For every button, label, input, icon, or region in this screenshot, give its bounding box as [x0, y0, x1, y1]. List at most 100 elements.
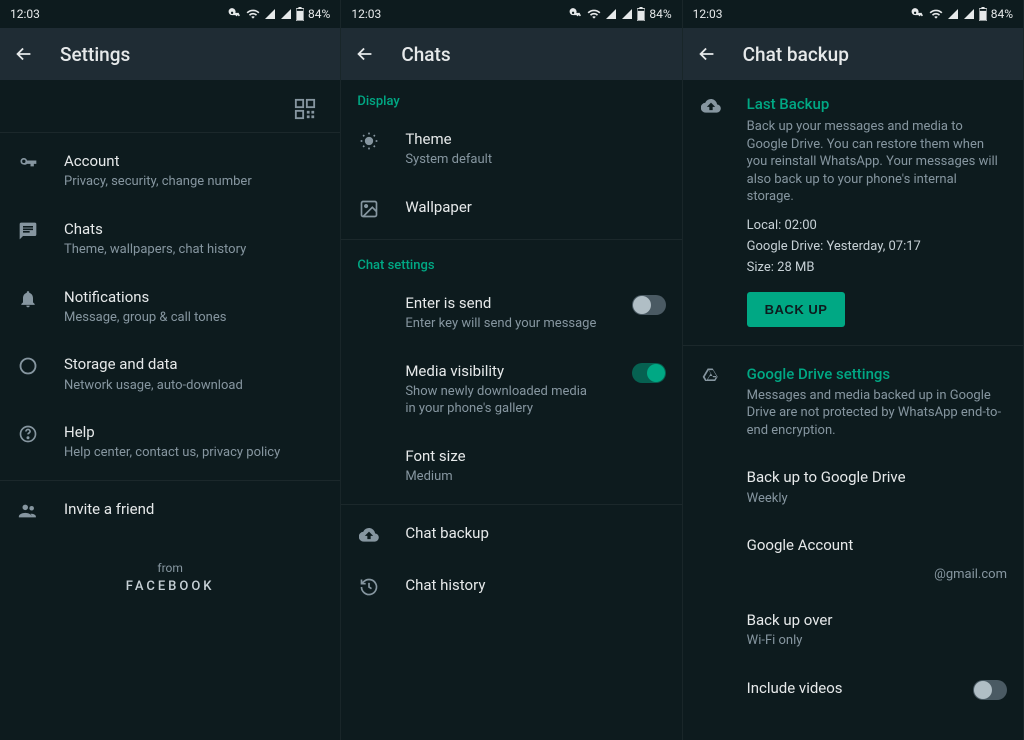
gdrive-settings-desc: Messages and media backed up in Google D… — [747, 387, 1007, 440]
item-subtitle: Medium — [405, 468, 665, 486]
settings-item-storage[interactable]: Storage and data Network usage, auto-dow… — [0, 340, 340, 408]
item-title: Help — [64, 422, 324, 442]
item-title: Include videos — [747, 678, 941, 698]
status-bar: 12:03 84% — [341, 0, 681, 28]
page-title: Chats — [401, 43, 450, 66]
cloud-upload-icon — [357, 523, 381, 547]
battery-icon — [296, 7, 304, 21]
include-videos[interactable]: Include videos — [683, 664, 1023, 716]
settings-item-invite[interactable]: Invite a friend — [0, 485, 340, 537]
google-drive-icon — [699, 364, 723, 388]
item-title: Font size — [405, 446, 665, 466]
settings-item-help[interactable]: Help Help center, contact us, privacy po… — [0, 408, 340, 476]
chats-item-theme[interactable]: Theme System default — [341, 115, 681, 183]
signal-icon — [605, 8, 617, 20]
back-icon[interactable] — [695, 42, 719, 66]
title-bar: Chats — [341, 28, 681, 80]
key-icon — [569, 7, 583, 21]
wifi-icon — [929, 7, 943, 21]
wifi-icon — [587, 7, 601, 21]
qr-icon[interactable] — [294, 98, 316, 120]
gdrive-settings-block: Google Drive settings Messages and media… — [683, 350, 1023, 453]
item-subtitle: Enter key will send your message — [405, 315, 599, 333]
backup-size: Size: 28 MB — [747, 258, 1007, 279]
battery-icon — [979, 7, 987, 21]
signal-icon — [280, 8, 292, 20]
item-subtitle: Theme, wallpapers, chat history — [64, 241, 324, 259]
signal-icon — [963, 8, 975, 20]
clock: 12:03 — [693, 7, 723, 21]
battery-icon — [637, 7, 645, 21]
gdrive-settings-heading: Google Drive settings — [747, 364, 1007, 384]
signal-icon — [264, 8, 276, 20]
item-title: Wallpaper — [405, 197, 665, 217]
title-bar: Settings — [0, 28, 340, 80]
status-bar: 12:03 84% — [683, 0, 1023, 28]
item-title: Account — [64, 151, 324, 171]
bell-icon — [16, 287, 40, 311]
settings-item-chats[interactable]: Chats Theme, wallpapers, chat history — [0, 205, 340, 273]
item-subtitle: Weekly — [747, 490, 1007, 508]
last-backup-heading: Last Backup — [747, 94, 1007, 114]
local-backup-time: Local: 02:00 — [747, 216, 1007, 237]
section-display: Display — [341, 80, 681, 115]
battery-percent: 84% — [991, 7, 1013, 21]
page-title: Settings — [60, 43, 130, 66]
chats-screen: 12:03 84% Chats Display Theme System def… — [341, 0, 682, 740]
item-subtitle: System default — [405, 151, 665, 169]
chats-item-font-size[interactable]: Font size Medium — [341, 432, 681, 500]
gdrive-backup-time: Google Drive: Yesterday, 07:17 — [747, 237, 1007, 258]
settings-item-notifications[interactable]: Notifications Message, group & call tone… — [0, 273, 340, 341]
item-subtitle: Network usage, auto-download — [64, 377, 324, 395]
signal-icon — [947, 8, 959, 20]
settings-screen: 12:03 84% Settings Account — [0, 0, 341, 740]
chat-icon — [16, 219, 40, 243]
backup-button[interactable]: BACK UP — [747, 292, 846, 327]
item-title: Invite a friend — [64, 499, 324, 519]
item-title: Chat backup — [405, 523, 665, 543]
wifi-icon — [246, 7, 260, 21]
from-label: from — [0, 561, 340, 575]
settings-item-account[interactable]: Account Privacy, security, change number — [0, 137, 340, 205]
back-icon[interactable] — [353, 42, 377, 66]
title-bar: Chat backup — [683, 28, 1023, 80]
key-icon — [911, 7, 925, 21]
enter-is-send-toggle[interactable] — [632, 295, 666, 315]
chats-item-chat-history[interactable]: Chat history — [341, 561, 681, 613]
theme-icon — [357, 129, 381, 153]
history-icon — [357, 575, 381, 599]
google-account-email: @gmail.com — [683, 563, 1023, 596]
page-title: Chat backup — [743, 43, 849, 66]
backup-over[interactable]: Back up over Wi-Fi only — [683, 596, 1023, 664]
chats-item-enter-is-send[interactable]: Enter is send Enter key will send your m… — [341, 279, 681, 347]
item-title: Chats — [64, 219, 324, 239]
back-icon[interactable] — [12, 42, 36, 66]
clock: 12:03 — [351, 7, 381, 21]
item-title: Chat history — [405, 575, 665, 595]
key-icon — [16, 151, 40, 175]
chat-backup-screen: 12:03 84% Chat backup Last Backup Back u… — [683, 0, 1024, 740]
item-subtitle: Message, group & call tones — [64, 309, 324, 327]
item-title: Notifications — [64, 287, 324, 307]
clock: 12:03 — [10, 7, 40, 21]
battery-percent: 84% — [649, 7, 671, 21]
item-subtitle: Wi-Fi only — [747, 632, 1007, 650]
item-subtitle: Privacy, security, change number — [64, 173, 324, 191]
item-title: Back up over — [747, 610, 1007, 630]
help-icon — [16, 422, 40, 446]
status-bar: 12:03 84% — [0, 0, 340, 28]
backup-frequency[interactable]: Back up to Google Drive Weekly — [683, 453, 1023, 521]
section-chat-settings: Chat settings — [341, 244, 681, 279]
cloud-upload-icon — [699, 94, 723, 118]
include-videos-toggle[interactable] — [973, 680, 1007, 700]
last-backup-desc: Back up your messages and media to Googl… — [747, 118, 1007, 206]
chats-item-media-visibility[interactable]: Media visibility Show newly downloaded m… — [341, 347, 681, 432]
media-visibility-toggle[interactable] — [632, 363, 666, 383]
key-icon — [228, 7, 242, 21]
chats-item-wallpaper[interactable]: Wallpaper — [341, 183, 681, 235]
item-subtitle: Help center, contact us, privacy policy — [64, 444, 324, 462]
chats-item-chat-backup[interactable]: Chat backup — [341, 509, 681, 561]
google-account[interactable]: Google Account — [683, 521, 1023, 563]
wallpaper-icon — [357, 197, 381, 221]
item-title: Google Account — [747, 535, 1007, 555]
